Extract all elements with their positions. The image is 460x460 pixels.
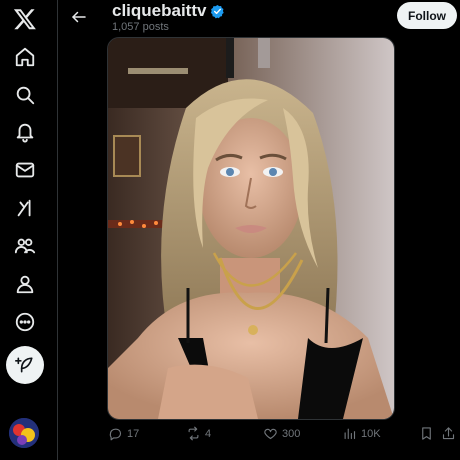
like-button[interactable]: 300	[263, 426, 300, 441]
repost-count: 4	[205, 427, 212, 440]
repost-icon	[188, 426, 199, 441]
mail-icon[interactable]	[6, 151, 44, 189]
share-icon	[442, 427, 455, 440]
reply-button[interactable]: 17	[108, 426, 139, 441]
bookmark-button[interactable]	[419, 426, 434, 441]
more-icon[interactable]	[6, 303, 44, 341]
share-button[interactable]	[441, 426, 456, 441]
verified-badge-icon	[211, 4, 225, 18]
avatar[interactable]	[9, 418, 39, 448]
bookmark-icon	[422, 427, 431, 440]
post-detail-column: cliquebaittv 1,057 posts Follow 17 4 300…	[57, 0, 460, 460]
analytics-icon	[344, 428, 356, 440]
arrow-left-icon	[72, 11, 86, 23]
profile-name-row: cliquebaittv	[112, 1, 225, 21]
post-actions-bar: 17 4 300 10K	[58, 426, 460, 446]
profile-header: cliquebaittv 1,057 posts Follow	[58, 0, 460, 34]
home-icon[interactable]	[6, 38, 44, 76]
views-button[interactable]: 10K	[342, 426, 381, 441]
feather-plus-icon	[15, 357, 33, 373]
profile-icon[interactable]	[6, 265, 44, 303]
like-count: 300	[282, 427, 301, 440]
views-count: 10K	[361, 427, 381, 440]
follow-button[interactable]: Follow	[397, 2, 457, 29]
back-button[interactable]	[66, 4, 92, 30]
grok-icon[interactable]	[6, 189, 44, 227]
left-nav	[0, 0, 52, 460]
post-button[interactable]	[6, 346, 44, 384]
posts-count: 1,057 posts	[112, 21, 169, 33]
reply-icon	[109, 428, 122, 441]
communities-icon[interactable]	[6, 227, 44, 265]
search-icon[interactable]	[6, 76, 44, 114]
bell-icon[interactable]	[6, 113, 44, 151]
reply-count: 17	[127, 427, 140, 440]
heart-icon	[264, 428, 277, 440]
x-logo-icon[interactable]	[6, 0, 44, 38]
profile-name[interactable]: cliquebaittv	[112, 1, 206, 21]
post-media-image[interactable]	[107, 37, 395, 420]
repost-button[interactable]: 4	[186, 426, 211, 441]
